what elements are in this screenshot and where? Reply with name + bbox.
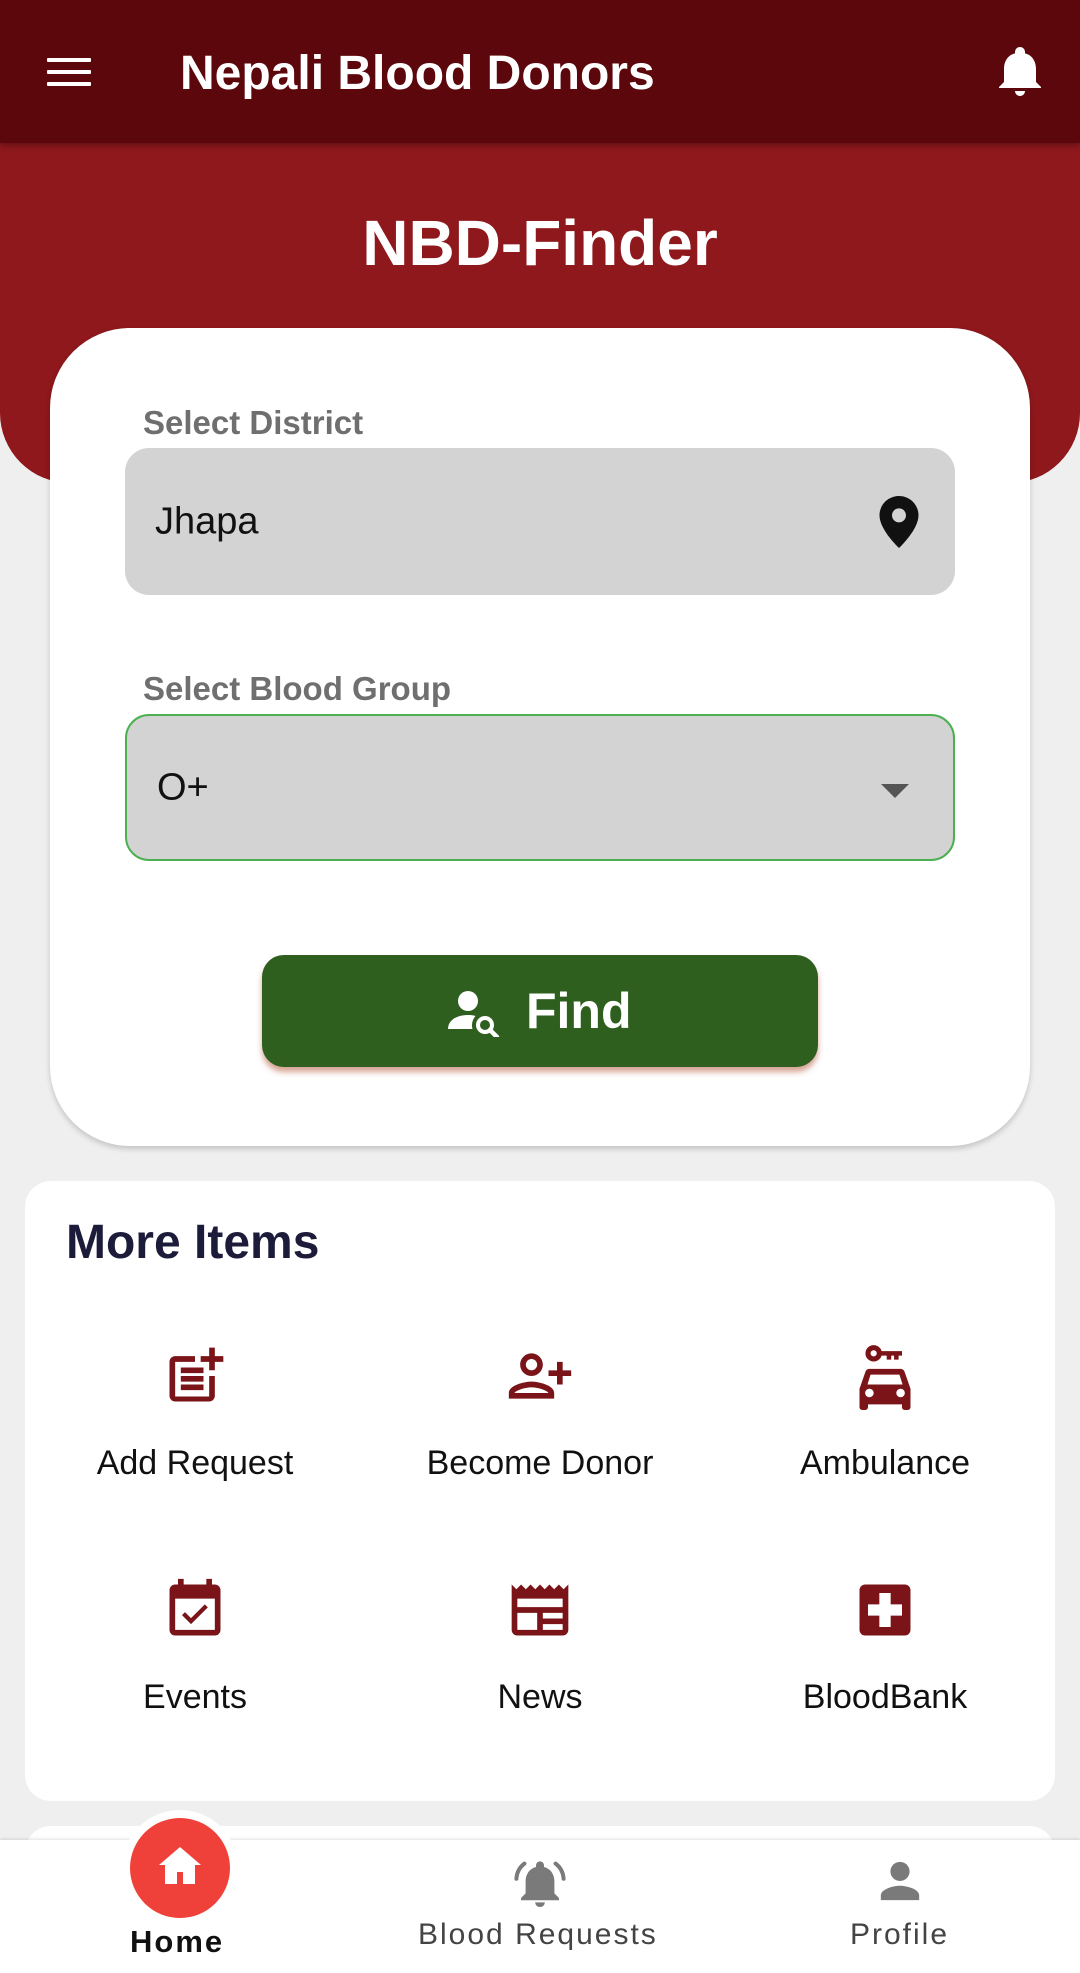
bottom-navigation: Home Blood Requests Profile bbox=[0, 1810, 1080, 1973]
find-button[interactable]: Find bbox=[262, 955, 818, 1067]
hero-title: NBD-Finder bbox=[362, 207, 718, 279]
bloodbank-item[interactable]: BloodBank bbox=[735, 1576, 1035, 1776]
ambulance-label: Ambulance bbox=[799, 1444, 971, 1482]
add-request-item[interactable]: Add Request bbox=[45, 1342, 345, 1542]
become-donor-label: Become Donor bbox=[426, 1444, 654, 1482]
events-label: Events bbox=[143, 1678, 247, 1716]
events-item[interactable]: Events bbox=[45, 1576, 345, 1776]
nav-label-blood-requests: Blood Requests bbox=[418, 1918, 658, 1951]
location-pin-icon bbox=[879, 496, 919, 548]
nav-item-profile[interactable]: Profile bbox=[720, 1840, 1080, 1973]
blood-group-label: Select Blood Group bbox=[143, 670, 452, 707]
person-add-icon bbox=[508, 1353, 572, 1399]
home-active-indicator bbox=[130, 1818, 230, 1918]
donor-finder-card: Select District Jhapa Select Blood Group… bbox=[50, 328, 1030, 1146]
notification-ringing-icon bbox=[514, 1861, 566, 1907]
person-search-icon bbox=[448, 991, 500, 1037]
nav-item-blood-requests[interactable]: Blood Requests bbox=[360, 1840, 720, 1973]
nav-item-home[interactable]: Home bbox=[0, 1810, 360, 1973]
ambulance-item[interactable]: Ambulance bbox=[735, 1342, 1035, 1542]
menu-icon[interactable] bbox=[44, 54, 94, 90]
nav-label-home: Home bbox=[130, 1924, 225, 1959]
newspaper-icon bbox=[511, 1584, 569, 1636]
find-button-label: Find bbox=[526, 983, 632, 1039]
event-available-icon bbox=[169, 1578, 221, 1636]
news-label: News bbox=[497, 1678, 583, 1716]
district-label: Select District bbox=[143, 404, 364, 441]
more-items-card: More Items Add Request Become Donor Ambu… bbox=[25, 1181, 1055, 1801]
dropdown-caret-icon bbox=[881, 784, 909, 798]
bell-icon[interactable] bbox=[996, 46, 1044, 98]
home-icon bbox=[159, 1847, 201, 1884]
news-item[interactable]: News bbox=[390, 1576, 690, 1776]
car-rental-icon bbox=[859, 1345, 911, 1410]
district-value: Jhapa bbox=[155, 500, 259, 542]
bloodbank-label: BloodBank bbox=[802, 1678, 968, 1716]
blood-group-select[interactable]: O+ bbox=[125, 714, 955, 861]
become-donor-item[interactable]: Become Donor bbox=[390, 1342, 690, 1542]
post-add-icon bbox=[169, 1347, 224, 1402]
person-icon bbox=[880, 1861, 920, 1901]
nav-label-profile: Profile bbox=[850, 1918, 950, 1951]
app-title: Nepali Blood Donors bbox=[180, 47, 655, 100]
more-items-title: More Items bbox=[66, 1216, 320, 1269]
add-request-label: Add Request bbox=[96, 1444, 294, 1482]
app-bar: Nepali Blood Donors bbox=[0, 0, 1080, 143]
medical-cross-icon bbox=[859, 1584, 911, 1636]
blood-group-value: O+ bbox=[157, 766, 209, 808]
district-select[interactable]: Jhapa bbox=[125, 448, 955, 595]
